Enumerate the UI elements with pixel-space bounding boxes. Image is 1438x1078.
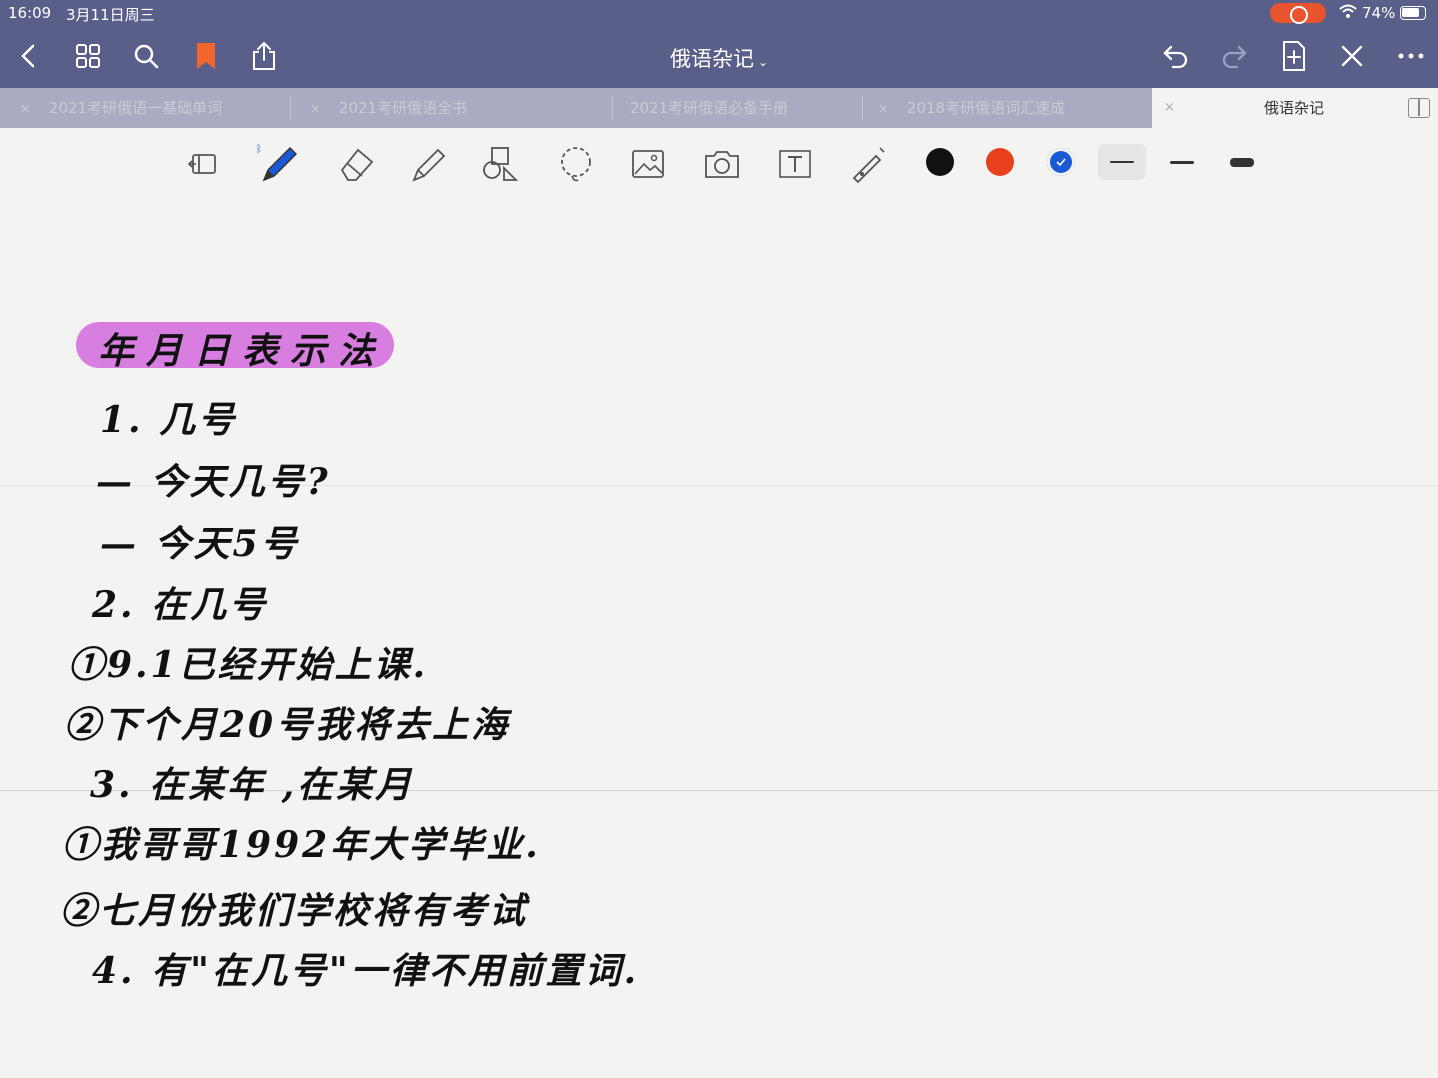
status-bar: 16:09 3月11日周三 74% (0, 0, 1438, 26)
tab-label: 2021考研俄语一基础单词 (48, 99, 223, 117)
reading-mode-icon[interactable] (182, 142, 226, 186)
tab-label: 2021考研俄语全书 (338, 99, 468, 117)
tab-close-icon[interactable]: × (878, 102, 889, 117)
status-time: 16:09 (8, 4, 52, 22)
tab-document-active[interactable]: × 俄语杂记 (1152, 88, 1438, 128)
screen-recording-indicator[interactable] (1270, 3, 1326, 24)
laser-pointer-icon[interactable] (846, 142, 890, 186)
shapes-icon[interactable] (478, 142, 522, 186)
nav-bar: 俄语杂记 ⌄ (0, 26, 1438, 88)
note-line: 2. 在几号 (92, 584, 269, 626)
eraser-icon[interactable] (334, 142, 378, 186)
battery-icon (1400, 6, 1426, 20)
redo-icon[interactable] (1216, 38, 1252, 74)
tab-document-2[interactable]: × 2021考研俄语全书 (300, 88, 610, 128)
document-title-text: 俄语杂记 (669, 47, 754, 71)
stroke-width-thick[interactable] (1218, 144, 1266, 180)
color-swatch-blue[interactable] (1047, 148, 1075, 176)
status-date: 3月11日周三 (66, 6, 155, 24)
chevron-down-icon: ⌄ (757, 55, 769, 69)
stroke-width-thin[interactable] (1098, 144, 1146, 180)
note-line: 1. 几号 (100, 399, 238, 441)
color-swatch-black[interactable] (926, 148, 954, 176)
note-line: 4. 有"在几号"一律不用前置词. (92, 950, 640, 992)
svg-text:ᛒ: ᛒ (256, 144, 262, 155)
stroke-width-medium[interactable] (1158, 144, 1206, 180)
more-icon[interactable] (1393, 38, 1429, 74)
tab-document-4[interactable]: × 2018考研俄语词汇速成 (870, 88, 1150, 128)
note-line: — 今天5号 (100, 523, 300, 565)
tab-divider (612, 96, 613, 120)
tab-document-3[interactable]: 2021考研俄语必备手册 (620, 88, 860, 128)
undo-icon[interactable] (1158, 38, 1194, 74)
note-line: ①9.1已经开始上课. (68, 644, 429, 686)
highlighter-icon[interactable] (406, 142, 450, 186)
tab-divider (290, 96, 291, 120)
tab-label: 俄语杂记 (1264, 99, 1325, 117)
close-icon[interactable] (1334, 38, 1370, 74)
split-view-icon[interactable] (1408, 98, 1430, 118)
camera-icon[interactable] (700, 142, 744, 186)
tab-bar: × 2021考研俄语一基础单词 × 2021考研俄语全书 2021考研俄语必备手册 … (0, 88, 1438, 128)
checkmark-icon (1056, 158, 1066, 167)
wifi-icon (1338, 2, 1358, 24)
note-line: ①我哥哥1992年大学毕业. (62, 824, 541, 866)
tab-close-icon[interactable]: × (20, 102, 31, 117)
tab-label: 2018考研俄语词汇速成 (906, 99, 1066, 117)
battery-percent: 74% (1362, 4, 1396, 22)
note-canvas[interactable]: 年月日表示法 1. 几号 — 今天几号? — 今天5号 2. 在几号 ①9.1已… (0, 198, 1438, 1078)
lasso-icon[interactable] (554, 142, 598, 186)
image-icon[interactable] (626, 142, 670, 186)
note-line: ②七月份我们学校将有考试 (60, 890, 529, 932)
tab-label: 2021考研俄语必备手册 (630, 99, 789, 117)
note-heading: 年月日表示法 (98, 330, 387, 372)
tab-document-1[interactable]: × 2021考研俄语一基础单词 (0, 88, 290, 128)
add-page-icon[interactable] (1276, 38, 1312, 74)
tab-close-icon[interactable]: × (1164, 88, 1175, 128)
note-line: ②下个月20号我将去上海 (64, 704, 511, 746)
text-icon[interactable] (773, 142, 817, 186)
pen-icon[interactable]: ᛒ (256, 142, 300, 186)
note-line: 3. 在某年 ,在某月 (90, 764, 415, 806)
tab-close-icon[interactable]: × (310, 102, 321, 117)
tab-divider (862, 96, 863, 120)
note-line: — 今天几号? (96, 461, 331, 503)
color-swatch-red[interactable] (986, 148, 1014, 176)
